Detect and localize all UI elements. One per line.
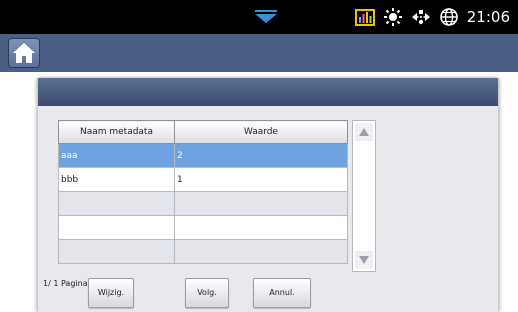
- page-counter: 1/ 1 Pagina's: [43, 279, 94, 288]
- table-cell-name[interactable]: aaa: [58, 143, 175, 168]
- table-row[interactable]: [58, 239, 349, 264]
- table-row[interactable]: bbb 1: [58, 167, 349, 192]
- scroll-up-icon: [359, 128, 369, 136]
- app-header: [0, 34, 518, 72]
- cancel-button[interactable]: Annul.: [253, 278, 311, 308]
- column-header-value[interactable]: Waarde: [173, 120, 349, 144]
- next-button[interactable]: Volg.: [185, 278, 229, 308]
- status-bar: 21:06: [0, 0, 518, 34]
- table-row[interactable]: aaa 2: [58, 143, 349, 168]
- table-cell-name[interactable]: bbb: [58, 167, 175, 192]
- home-icon: [13, 43, 35, 63]
- status-icons: 21:06: [354, 7, 510, 27]
- table-header-row: Naam metadata Waarde: [58, 120, 349, 144]
- notification-drawer-icon[interactable]: [254, 10, 278, 24]
- metadata-table: Naam metadata Waarde aaa 2 bbb 1: [58, 120, 349, 264]
- table-scrollbar[interactable]: [352, 120, 376, 272]
- eco-sun-icon: [383, 8, 402, 26]
- scroll-down-button[interactable]: [355, 251, 373, 269]
- usage-meter-icon: [354, 9, 375, 26]
- home-button[interactable]: [8, 38, 40, 68]
- table-cell-name[interactable]: [58, 191, 175, 216]
- table-cell-value[interactable]: [173, 191, 349, 216]
- table-row[interactable]: [58, 215, 349, 240]
- table-cell-value[interactable]: [173, 215, 349, 240]
- table-cell-value[interactable]: [173, 239, 349, 264]
- scroll-up-button[interactable]: [355, 123, 373, 141]
- network-icon: [411, 10, 430, 25]
- globe-icon: [439, 8, 458, 26]
- table-cell-name[interactable]: [58, 239, 175, 264]
- dialog-titlebar: [38, 78, 498, 106]
- status-clock: 21:06: [466, 8, 510, 26]
- table-cell-value[interactable]: 1: [173, 167, 349, 192]
- scroll-down-icon: [359, 256, 369, 264]
- table-cell-value[interactable]: 2: [173, 143, 349, 168]
- column-header-name[interactable]: Naam metadata: [58, 120, 175, 144]
- metadata-dialog: Naam metadata Waarde aaa 2 bbb 1 1/ 1 Pa…: [38, 78, 498, 312]
- table-row[interactable]: [58, 191, 349, 216]
- edit-button[interactable]: Wijzig.: [88, 278, 134, 308]
- table-cell-name[interactable]: [58, 215, 175, 240]
